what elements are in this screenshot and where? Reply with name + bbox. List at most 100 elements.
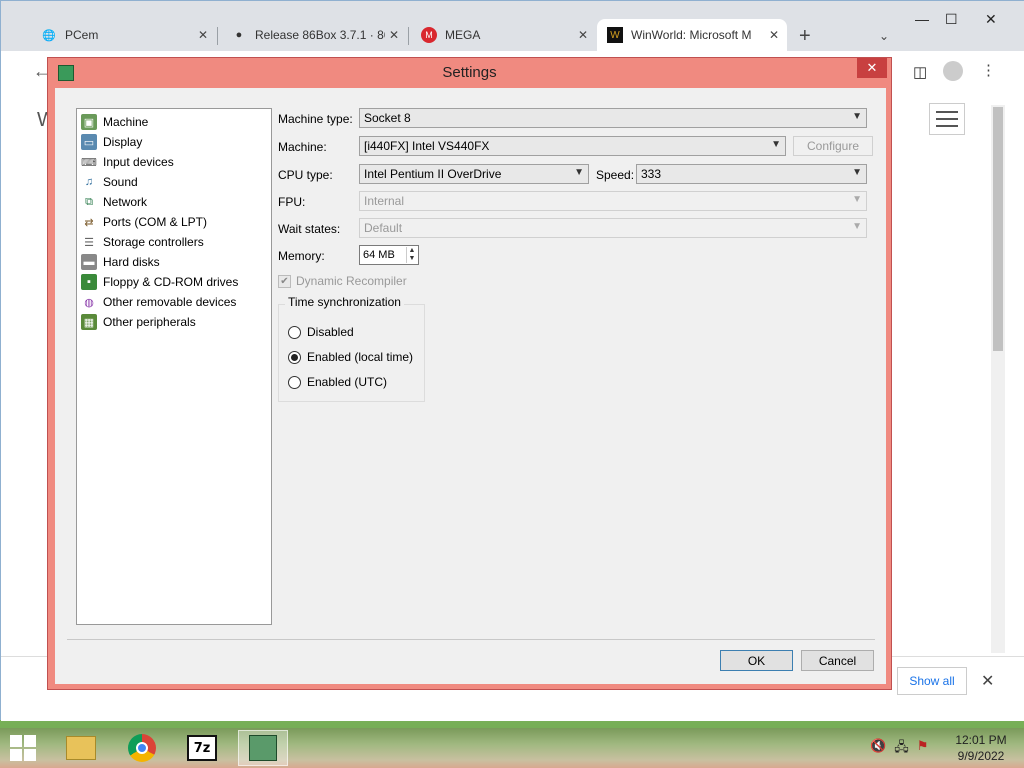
network-icon: ⧉ — [85, 195, 93, 208]
tab-86box[interactable]: ● Release 86Box 3.7.1 · 86 ✕ — [221, 19, 407, 51]
cancel-button[interactable]: Cancel — [801, 650, 874, 671]
machine-label: Machine: — [278, 140, 327, 154]
close-icon[interactable]: ✕ — [769, 28, 779, 42]
close-icon[interactable]: ✕ — [981, 671, 994, 691]
radio-enabled-local[interactable]: Enabled (local time) — [288, 350, 413, 364]
dialog-titlebar[interactable]: Settings ✕ — [48, 58, 891, 88]
memory-spinbox[interactable]: 64 MB ▲ ▼ — [359, 245, 419, 265]
hamburger-menu-button[interactable] — [929, 103, 965, 135]
chevron-down-icon: ▼ — [771, 139, 781, 150]
new-tab-button[interactable]: + — [799, 25, 811, 48]
chrome-icon[interactable] — [117, 730, 167, 766]
checkmark-icon: ✔ — [278, 274, 291, 288]
tab-strip: 🌐 PCem ✕ ● Release 86Box 3.7.1 · 86 ✕ M … — [1, 1, 1024, 51]
settings-tree: ▣ Machine ▭ Display ⌨ Input devices ♫ Sound … — [76, 108, 272, 625]
tab-label: Release 86Box 3.7.1 · 86 — [255, 28, 385, 42]
storage-icon: ☰ — [84, 236, 94, 249]
tree-item-display[interactable]: ▭ Display — [77, 132, 271, 152]
time-sync-legend: Time synchronization — [285, 295, 404, 309]
fpu-select[interactable]: Internal ▼ — [359, 191, 867, 211]
tree-item-network[interactable]: ⧉ Network — [77, 192, 271, 212]
system-tray: 🔇 🖧 ⚑ — [870, 738, 928, 760]
dialog-separator — [67, 639, 875, 640]
ports-icon: ⇄ — [84, 216, 94, 229]
tree-item-sound[interactable]: ♫ Sound — [77, 172, 271, 192]
globe-icon: 🌐 — [42, 29, 56, 42]
7zip-icon[interactable]: 7z — [177, 730, 227, 766]
tree-item-machine[interactable]: ▣ Machine — [77, 112, 271, 132]
minimize-icon[interactable]: — — [915, 11, 929, 27]
tree-item-ports[interactable]: ⇄ Ports (COM & LPT) — [77, 212, 271, 232]
clock-date: 9/9/2022 — [957, 749, 1005, 763]
wait-states-label: Wait states: — [278, 222, 341, 236]
taskbar: 7z 🔇 🖧 ⚑ 12:01 PM 9/9/2022 — [0, 728, 1024, 768]
tab-separator — [217, 27, 218, 45]
file-explorer-icon[interactable] — [56, 730, 106, 766]
86box-icon[interactable] — [238, 730, 288, 766]
tab-search-icon[interactable]: ⌄ — [879, 29, 889, 43]
chevron-down-icon: ▼ — [852, 167, 862, 178]
memory-label: Memory: — [278, 249, 325, 263]
tree-item-floppy-cdrom[interactable]: ▪ Floppy & CD-ROM drives — [77, 272, 271, 292]
tab-winworld[interactable]: W WinWorld: Microsoft M ✕ — [597, 19, 787, 51]
display-icon: ▭ — [81, 134, 97, 150]
radio-enabled-utc[interactable]: Enabled (UTC) — [288, 375, 387, 389]
ok-button[interactable]: OK — [720, 650, 793, 671]
close-icon[interactable]: ✕ — [389, 28, 399, 42]
speed-label: Speed: — [596, 168, 635, 182]
settings-dialog: Settings ✕ ▣ Machine ▭ Display ⌨ Input devi… — [47, 57, 892, 690]
clock[interactable]: 12:01 PM 9/9/2022 — [950, 732, 1012, 764]
machine-type-label: Machine type: — [278, 112, 353, 126]
tree-item-other-peripherals[interactable]: ▦ Other peripherals — [77, 312, 271, 332]
tab-separator — [408, 27, 409, 45]
peripherals-icon: ▦ — [81, 314, 97, 330]
tab-mega[interactable]: M MEGA ✕ — [411, 19, 596, 51]
tab-pcem[interactable]: 🌐 PCem ✕ — [31, 19, 216, 51]
chevron-down-icon: ▼ — [852, 221, 862, 232]
network-icon[interactable]: 🖧 — [894, 738, 909, 760]
machine-type-select[interactable]: Socket 8 ▼ — [359, 108, 867, 128]
tree-item-input-devices[interactable]: ⌨ Input devices — [77, 152, 271, 172]
scrollbar-thumb[interactable] — [993, 107, 1003, 351]
radio-disabled[interactable]: Disabled — [288, 325, 354, 339]
close-icon[interactable]: ✕ — [198, 28, 208, 42]
sidebar-icon[interactable]: ◫ — [913, 63, 927, 81]
tree-item-hard-disks[interactable]: ▬ Hard disks — [77, 252, 271, 272]
floppy-icon: ▪ — [81, 274, 97, 290]
maximize-icon[interactable]: ☐ — [945, 11, 958, 28]
tree-item-other-removable[interactable]: ◍ Other removable devices — [77, 292, 271, 312]
machine-select[interactable]: [i440FX] Intel VS440FX ▼ — [359, 136, 786, 156]
profile-icon[interactable] — [943, 61, 963, 81]
menu-dots-icon[interactable]: ⋮ — [981, 61, 996, 79]
close-icon[interactable]: ✕ — [578, 28, 588, 42]
speed-select[interactable]: 333 ▼ — [636, 164, 867, 184]
close-icon[interactable]: ✕ — [857, 58, 887, 78]
input-devices-icon: ⌨ — [81, 156, 97, 169]
show-all-button[interactable]: Show all — [897, 667, 967, 695]
wait-states-select[interactable]: Default ▼ — [359, 218, 867, 238]
machine-icon: ▣ — [81, 114, 97, 130]
spin-arrows-icon[interactable]: ▲ ▼ — [406, 247, 417, 263]
action-center-icon[interactable]: ⚑ — [917, 738, 929, 760]
configure-button[interactable]: Configure — [793, 136, 873, 156]
time-sync-group: Time synchronization Disabled Enabled (l… — [278, 295, 425, 402]
hard-disk-icon: ▬ — [81, 254, 97, 270]
tab-label: WinWorld: Microsoft M — [631, 28, 752, 42]
tab-label: PCem — [65, 28, 99, 42]
sound-icon: ♫ — [84, 176, 94, 188]
clock-time: 12:01 PM — [955, 733, 1007, 747]
volume-muted-icon[interactable]: 🔇 — [870, 738, 886, 760]
start-button[interactable] — [8, 734, 38, 762]
winworld-icon: W — [607, 27, 623, 43]
chevron-down-icon: ▼ — [574, 167, 584, 178]
dynamic-recompiler-checkbox[interactable]: ✔ Dynamic Recompiler — [278, 274, 407, 288]
window-close-icon[interactable]: ✕ — [985, 11, 997, 28]
removable-icon: ◍ — [84, 296, 94, 309]
fpu-label: FPU: — [278, 195, 306, 209]
tree-item-storage-controllers[interactable]: ☰ Storage controllers — [77, 232, 271, 252]
dialog-client: ▣ Machine ▭ Display ⌨ Input devices ♫ Sound … — [55, 88, 886, 684]
github-icon: ● — [235, 29, 243, 41]
scrollbar[interactable] — [991, 105, 1005, 653]
chevron-down-icon: ▼ — [852, 194, 862, 205]
cpu-type-select[interactable]: Intel Pentium II OverDrive ▼ — [359, 164, 589, 184]
